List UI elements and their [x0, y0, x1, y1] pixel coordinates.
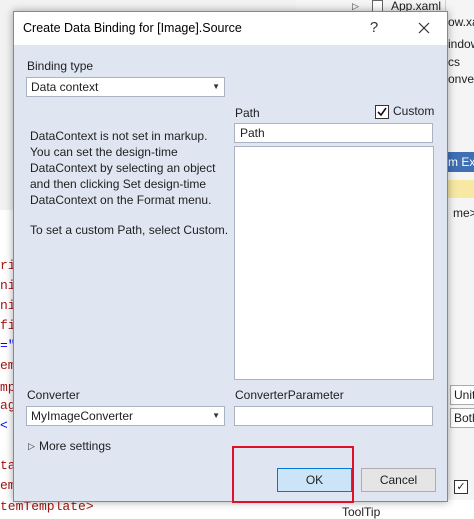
converter-label: Converter — [27, 388, 80, 402]
right-panel-fragment: ow.xa — [448, 15, 474, 29]
more-settings-expander[interactable]: More settings — [39, 439, 111, 453]
create-data-binding-dialog: Create Data Binding for [Image].Source ?… — [13, 11, 448, 503]
code-fragment: fi — [0, 318, 15, 333]
binding-type-label: Binding type — [27, 59, 94, 73]
code-fragment: ag — [0, 398, 15, 413]
dropdown-arrow-icon: ▼ — [212, 411, 220, 420]
dropdown-arrow-icon: ▼ — [212, 82, 220, 91]
info-paragraph: To set a custom Path, select Custom. — [30, 223, 229, 237]
cancel-button[interactable]: Cancel — [361, 468, 436, 492]
code-fragment: em — [0, 478, 15, 493]
right-panel-checkbox[interactable]: ✓ — [454, 480, 468, 494]
binding-type-dropdown[interactable]: Data context ▼ — [26, 77, 225, 97]
converter-parameter-label: ConverterParameter — [235, 388, 344, 402]
ok-highlight-annotation — [232, 446, 354, 503]
help-button[interactable]: ? — [362, 16, 386, 40]
binding-type-value: Data context — [31, 80, 99, 94]
right-panel-field[interactable]: me> — [450, 204, 474, 222]
right-panel-fragment: cs — [448, 55, 460, 69]
path-list[interactable] — [234, 146, 434, 380]
right-panel-fragment: onve — [448, 72, 474, 86]
expander-triangle-icon[interactable]: ▷ — [28, 441, 35, 452]
info-text: DataContext is not set in markup. You ca… — [30, 128, 230, 252]
path-label: Path — [235, 106, 260, 120]
code-fragment: =" — [0, 338, 15, 353]
close-button[interactable] — [412, 16, 436, 40]
right-panel: ow.xa indow cs onve m Exp me> Unit Both … — [445, 0, 474, 519]
code-fragment: ni — [0, 278, 15, 293]
dialog-title: Create Data Binding for [Image].Source — [23, 21, 242, 35]
close-icon — [418, 22, 430, 34]
code-fragment: ta — [0, 458, 15, 473]
converter-value: MyImageConverter — [31, 409, 134, 423]
right-panel-highlight — [446, 180, 474, 198]
path-input[interactable]: Path — [234, 123, 433, 143]
right-panel-header[interactable]: m Exp — [446, 152, 474, 172]
right-panel-field[interactable]: Both — [450, 408, 474, 428]
code-fragment: ri — [0, 258, 15, 273]
checkmark-icon — [377, 107, 387, 117]
code-fragment: ni — [0, 298, 15, 313]
tooltip-property-label: ToolTip — [342, 505, 381, 519]
dialog-titlebar[interactable]: Create Data Binding for [Image].Source ? — [14, 12, 447, 45]
info-paragraph: DataContext is not set in markup. You ca… — [30, 129, 216, 207]
custom-label: Custom — [393, 104, 435, 118]
converter-dropdown[interactable]: MyImageConverter ▼ — [26, 406, 225, 426]
code-fragment: < — [0, 418, 8, 433]
converter-parameter-input[interactable] — [234, 406, 433, 426]
code-fragment: em — [0, 358, 15, 373]
right-panel-field[interactable]: Unit — [450, 385, 474, 405]
custom-checkbox[interactable] — [375, 105, 389, 119]
code-fragment: mp — [0, 380, 15, 395]
right-panel-fragment: indow — [448, 37, 474, 51]
